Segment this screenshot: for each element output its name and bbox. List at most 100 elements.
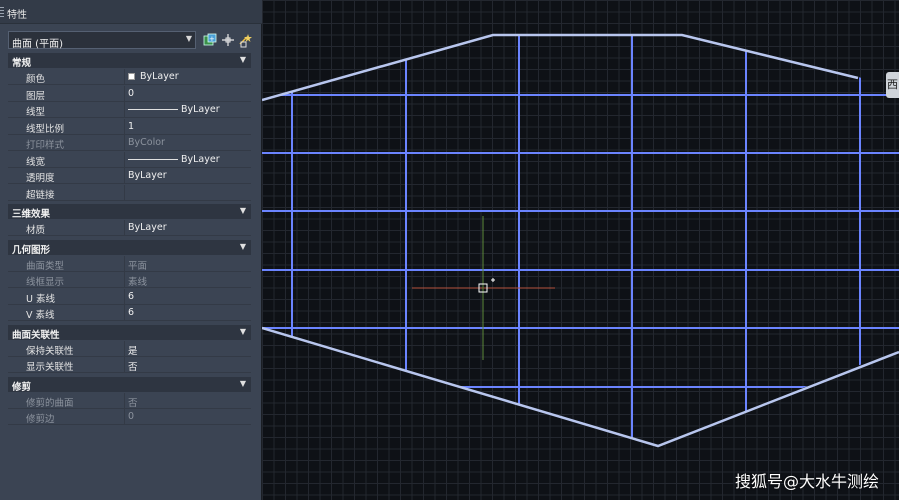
property-row[interactable]: V 素线 6 xyxy=(8,305,251,321)
property-row[interactable]: 透明度 ByLayer xyxy=(8,168,251,184)
section-title: 几何图形 xyxy=(12,244,51,256)
toggle-pickadd-button[interactable]: + xyxy=(202,32,218,48)
row-gutter xyxy=(8,102,22,117)
property-row[interactable]: 显示关联性 否 xyxy=(8,357,251,373)
row-gutter xyxy=(8,135,22,150)
property-value-cell[interactable] xyxy=(125,185,251,200)
property-value-cell[interactable]: 否 xyxy=(125,393,251,409)
property-name-cell: V 素线 xyxy=(22,305,125,321)
quick-select-button[interactable] xyxy=(238,32,254,48)
palette-title-bar[interactable]: 特性 xyxy=(0,0,262,24)
property-row[interactable]: 图层 0 xyxy=(8,85,251,102)
property-row[interactable]: 曲面类型 平面 xyxy=(8,255,251,272)
property-name-cell: 打印样式 xyxy=(22,135,125,151)
select-objects-button[interactable] xyxy=(220,32,236,48)
row-gutter xyxy=(8,305,22,320)
property-row[interactable]: 颜色 ByLayer xyxy=(8,69,251,85)
row-gutter xyxy=(8,168,22,183)
property-name-cell: 线型比例 xyxy=(22,118,125,135)
property-name-cell: 线型 xyxy=(22,102,125,118)
chevron-down-icon[interactable]: ▼ xyxy=(240,379,246,388)
property-value-cell[interactable]: ByColor xyxy=(125,135,251,150)
property-name-cell: 图层 xyxy=(22,85,125,102)
object-type-dropdown[interactable]: 曲面 (平面) ▼ xyxy=(8,31,196,50)
property-value-cell[interactable]: ByLayer xyxy=(125,69,251,84)
property-row[interactable]: 修剪边 0 xyxy=(8,409,251,425)
chevron-down-icon[interactable]: ▼ xyxy=(240,327,246,336)
property-name: 曲面类型 xyxy=(26,260,65,272)
property-value-cell[interactable]: 6 xyxy=(125,289,251,304)
property-value-cell[interactable]: 6 xyxy=(125,305,251,320)
row-gutter xyxy=(8,392,22,408)
property-value: 0 xyxy=(128,411,135,422)
property-row[interactable]: 线型 ByLayer xyxy=(8,102,251,118)
property-name-cell: 线宽 xyxy=(22,151,125,168)
property-value: ByLayer xyxy=(181,104,220,115)
property-row[interactable]: 线宽 ByLayer xyxy=(8,151,251,168)
crosshair-cursor xyxy=(412,216,555,360)
quick-select-icon xyxy=(239,34,252,48)
property-value: 6 xyxy=(128,290,135,302)
property-name-cell: U 素线 xyxy=(22,288,125,305)
property-value: 平面 xyxy=(128,260,148,272)
property-row[interactable]: 超链接 xyxy=(8,184,251,201)
palette-grip-icon[interactable] xyxy=(0,7,4,17)
color-swatch xyxy=(128,73,135,80)
property-value-cell[interactable]: 0 xyxy=(125,409,251,424)
property-name: 透明度 xyxy=(26,173,55,184)
section-header[interactable]: 修剪 ▼ xyxy=(8,376,251,393)
property-value-cell[interactable]: 0 xyxy=(125,86,251,101)
property-value: 否 xyxy=(128,397,138,409)
drawing-viewport[interactable]: 西 搜狐号@大水牛测绘 xyxy=(262,0,899,500)
property-name: 线框显示 xyxy=(26,277,65,288)
select-objects-icon xyxy=(222,34,234,46)
property-name-cell: 曲面类型 xyxy=(22,255,125,272)
property-name: 显示关联性 xyxy=(26,362,74,373)
property-row[interactable]: U 素线 6 xyxy=(8,288,251,305)
object-type-value: 曲面 (平面) xyxy=(12,39,63,50)
property-value: ByLayer xyxy=(181,153,220,165)
property-value-cell[interactable]: 素线 xyxy=(125,272,251,288)
surface-drawing[interactable] xyxy=(262,0,899,500)
property-value-cell[interactable]: ByLayer xyxy=(125,102,251,117)
row-gutter xyxy=(8,255,22,271)
section-title: 三维效果 xyxy=(12,209,51,220)
property-value-cell[interactable]: 否 xyxy=(125,357,251,373)
chevron-down-icon[interactable]: ▼ xyxy=(240,206,246,215)
chevron-down-icon[interactable]: ▼ xyxy=(240,242,246,251)
property-value-cell[interactable]: ByLayer xyxy=(125,220,251,235)
property-row[interactable]: 修剪的曲面 否 xyxy=(8,392,251,409)
section-header[interactable]: 常规 ▼ xyxy=(8,53,251,69)
property-name: 保持关联性 xyxy=(26,345,74,357)
section-header[interactable]: 曲面关联性 ▼ xyxy=(8,324,251,341)
surface-boundary xyxy=(262,33,899,448)
viewcube-west-face[interactable]: 西 xyxy=(886,72,899,98)
svg-text:+: + xyxy=(209,35,215,43)
property-row[interactable]: 线型比例 1 xyxy=(8,118,251,135)
property-name: 超链接 xyxy=(26,189,55,201)
property-value-cell[interactable]: ByLayer xyxy=(125,152,251,167)
property-name: 材质 xyxy=(26,225,46,236)
property-name: U 素线 xyxy=(26,293,55,305)
section-header[interactable]: 三维效果 ▼ xyxy=(8,204,251,220)
property-name-cell: 修剪边 xyxy=(22,409,125,425)
property-value-cell[interactable]: ByLayer xyxy=(125,168,251,183)
palette-title: 特性 xyxy=(7,10,27,21)
row-gutter xyxy=(8,409,22,424)
property-value-cell[interactable]: 1 xyxy=(125,119,251,134)
property-row[interactable]: 保持关联性 是 xyxy=(8,340,251,357)
row-gutter xyxy=(8,118,22,134)
section-header[interactable]: 几何图形 ▼ xyxy=(8,239,251,256)
row-gutter xyxy=(8,340,22,356)
property-row[interactable]: 线框显示 素线 xyxy=(8,272,251,288)
property-value: 0 xyxy=(128,87,135,99)
property-row[interactable]: 材质 ByLayer xyxy=(8,220,251,236)
property-value: 是 xyxy=(128,345,138,357)
property-name-cell: 显示关联性 xyxy=(22,357,125,373)
row-gutter xyxy=(8,220,22,235)
chevron-down-icon[interactable]: ▼ xyxy=(240,55,246,64)
property-value-cell[interactable]: 平面 xyxy=(125,256,251,272)
property-row[interactable]: 打印样式 ByColor xyxy=(8,135,251,151)
property-value: 素线 xyxy=(128,277,148,288)
property-value-cell[interactable]: 是 xyxy=(125,341,251,357)
